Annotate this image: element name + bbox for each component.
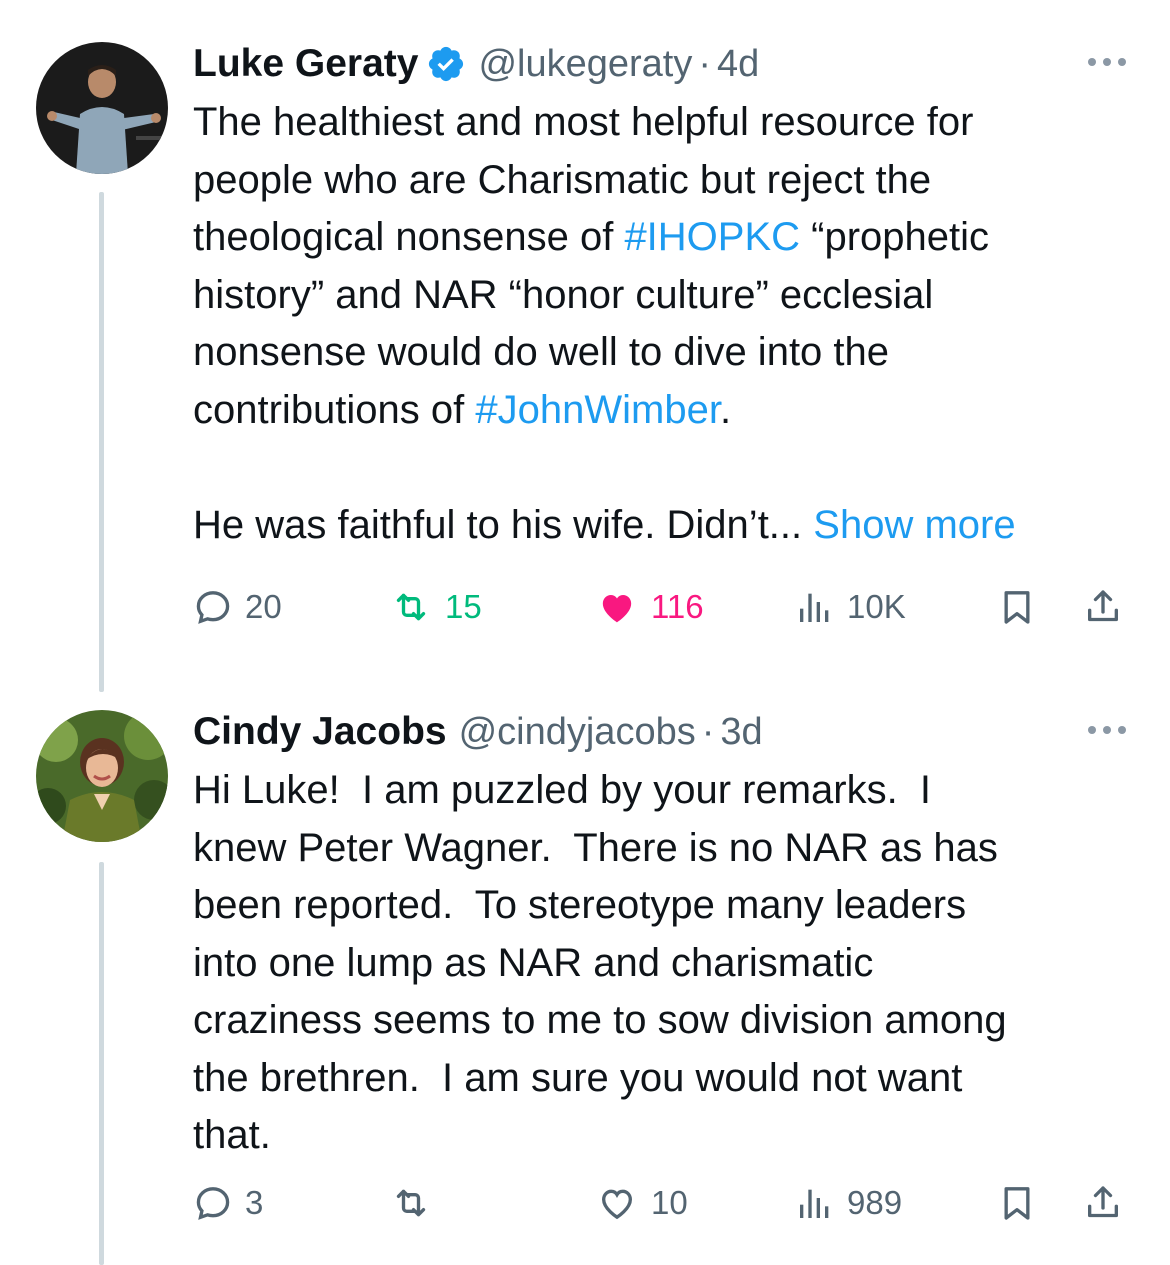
tweet-text-line: The healthiest and most helpful resource…	[193, 94, 1130, 152]
author-handle[interactable]: @lukegeraty	[478, 43, 692, 86]
share-button[interactable]	[1083, 1178, 1123, 1228]
tweet-text-segment: The healthiest and most helpful resource…	[193, 100, 974, 144]
tweet-text-break	[193, 439, 1130, 497]
views-button[interactable]: 10K	[795, 582, 906, 632]
views-button[interactable]: 989	[795, 1178, 902, 1228]
tweet-text-segment: .	[719, 387, 732, 432]
bookmark-icon	[1004, 591, 1030, 624]
reply-button[interactable]: 3	[193, 1178, 263, 1228]
tweet-text-line: the brethren. I am sure you would not wa…	[193, 1050, 1130, 1108]
tweet-text: Hi Luke! I am puzzled by your remarks. I…	[193, 762, 1130, 1165]
like-button[interactable]: 116	[595, 582, 704, 632]
tweet[interactable]: Luke Geraty @lukegeraty · 4d The healthi…	[0, 0, 1170, 692]
tweet-text-line: knew Peter Wagner. There is no NAR as ha…	[193, 820, 1130, 878]
repost-count: 15	[445, 588, 482, 625]
reply-icon	[196, 591, 230, 624]
repost-button[interactable]: 15	[389, 582, 482, 632]
like-count: 116	[651, 588, 704, 625]
heart-icon	[601, 1189, 633, 1220]
share-icon	[1088, 1186, 1118, 1218]
more-icon[interactable]	[1084, 42, 1130, 82]
show-more-link[interactable]: Show more	[813, 503, 1015, 547]
tweet-text-line: into one lump as NAR and charismatic	[193, 935, 1130, 993]
verified-badge-icon	[426, 44, 466, 84]
like-count: 10	[651, 1184, 688, 1221]
avatar-cindy-jacobs[interactable]	[36, 710, 168, 842]
tweet-text-segment: He was faithful to his wife. Didn’t...	[193, 502, 814, 547]
bookmark-icon	[1004, 1187, 1030, 1220]
repost-button[interactable]	[389, 1178, 445, 1228]
tweet-text-segment: Hi Luke! I am puzzled by your remarks. I	[193, 768, 932, 812]
tweet-text-segment: people who are Charismatic but reject th…	[193, 157, 932, 202]
repost-icon	[396, 1189, 426, 1217]
tweet-text-segment: nonsense would do well to dive into the	[193, 330, 890, 374]
tweet-text-line: people who are Charismatic but reject th…	[193, 152, 1130, 210]
views-icon	[800, 593, 829, 622]
heart-icon	[602, 595, 632, 623]
tweet-text-line: contributions of #JohnWimber.	[193, 382, 1130, 440]
tweet-text-segment: that.	[193, 1113, 271, 1157]
tweet-text: The healthiest and most helpful resource…	[193, 94, 1130, 554]
thread-line	[99, 862, 104, 1265]
author-name[interactable]: Cindy Jacobs	[193, 710, 447, 754]
separator-dot: ·	[701, 710, 715, 753]
more-icon[interactable]	[1084, 710, 1130, 750]
tweet-text-segment: the brethren. I am sure you would not wa…	[193, 1055, 963, 1100]
tweet[interactable]: Cindy Jacobs @cindyjacobs · 3d Hi Luke! …	[0, 680, 1170, 1265]
share-icon	[1088, 590, 1118, 622]
tweet-text-segment: into one lump as NAR and charismatic	[193, 940, 874, 985]
tweet-text-line: craziness seems to me to sow division am…	[193, 992, 1130, 1050]
hashtag-link[interactable]: #JohnWimber	[475, 388, 720, 432]
reply-icon	[196, 1187, 230, 1220]
tweet-text-segment: theological nonsense of	[193, 215, 625, 259]
views-icon	[800, 1189, 829, 1218]
tweet-text-segment: contributions of	[193, 387, 476, 432]
bookmark-button[interactable]	[997, 1178, 1037, 1228]
views-count: 989	[847, 1184, 903, 1221]
tweet-header: Cindy Jacobs @cindyjacobs · 3d	[193, 706, 1130, 758]
tweet-content: Cindy Jacobs @cindyjacobs · 3d Hi Luke! …	[193, 706, 1130, 1165]
tweet-text-line: history” and NAR “honor culture” ecclesi…	[193, 267, 1130, 325]
tweet-text-line: Hi Luke! I am puzzled by your remarks. I	[193, 762, 1130, 820]
tweet-text-segment: history” and NAR “honor culture” ecclesi…	[193, 272, 934, 317]
repost-icon	[396, 593, 426, 621]
tweet-header: Luke Geraty @lukegeraty · 4d	[193, 38, 1130, 90]
author-handle[interactable]: @cindyjacobs	[459, 711, 696, 754]
tweet-text-line: that.	[193, 1107, 1130, 1165]
bookmark-button[interactable]	[997, 582, 1037, 632]
thread-line	[99, 192, 104, 692]
tweet-actions: 20 15 116 10K	[193, 582, 1133, 632]
tweet-actions: 3 10 989	[193, 1178, 1133, 1228]
tweet-content: Luke Geraty @lukegeraty · 4d The healthi…	[193, 38, 1130, 554]
reply-count: 3	[245, 1184, 264, 1221]
avatar-luke-geraty[interactable]	[36, 42, 168, 174]
share-button[interactable]	[1083, 582, 1123, 632]
reply-button[interactable]: 20	[193, 582, 282, 632]
tweet-text-segment: “prophetic	[800, 215, 990, 259]
tweet-text-segment: knew Peter Wagner. There is no NAR as ha…	[193, 825, 998, 870]
hashtag-link[interactable]: #IHOPKC	[624, 215, 800, 259]
tweet-text-line: been reported. To stereotype many leader…	[193, 877, 1130, 935]
like-button[interactable]: 10	[595, 1178, 688, 1228]
tweet-text-segment: been reported. To stereotype many leader…	[193, 883, 967, 927]
tweet-timestamp[interactable]: 3d	[720, 711, 762, 754]
tweet-text-line: He was faithful to his wife. Didn’t... S…	[193, 497, 1130, 555]
tweet-text-line: theological nonsense of #IHOPKC “prophet…	[193, 209, 1130, 267]
reply-count: 20	[245, 588, 282, 625]
views-count: 10K	[847, 588, 906, 625]
author-name[interactable]: Luke Geraty	[193, 42, 418, 86]
tweet-text-line: nonsense would do well to dive into the	[193, 324, 1130, 382]
tweet-timestamp[interactable]: 4d	[717, 43, 759, 86]
tweet-text-segment: craziness seems to me to sow division am…	[193, 998, 1007, 1042]
separator-dot: ·	[698, 42, 711, 85]
